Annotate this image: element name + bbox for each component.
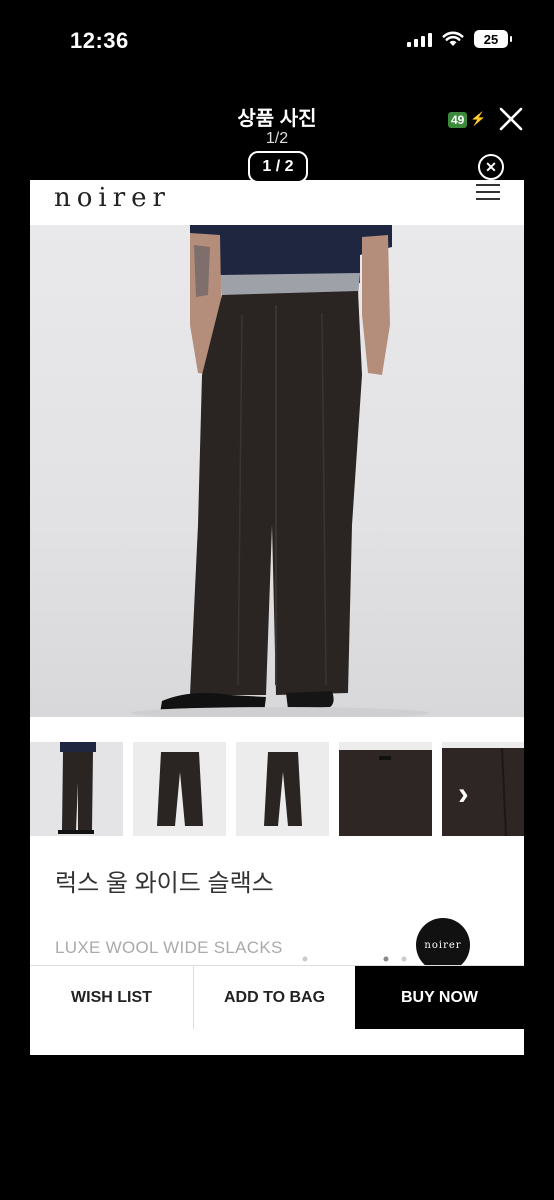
carousel-dots	[302, 956, 407, 962]
wish-list-button[interactable]: WISH LIST	[30, 966, 194, 1029]
product-name-korean: 럭스 울 와이드 슬랙스	[55, 870, 274, 897]
charge-badge: 49	[448, 112, 468, 128]
brand-logo[interactable]: noirer	[54, 183, 171, 213]
wifi-icon	[442, 31, 464, 46]
product-screenshot: noirer › 럭스 울 와이드 슬랙스 LUXE WOOL WIDE SLA…	[30, 180, 524, 1055]
thumbnail-4[interactable]	[339, 742, 432, 836]
thumbnail-1[interactable]	[30, 742, 123, 836]
thumbnail-2[interactable]	[133, 742, 226, 836]
thumbnail-5[interactable]	[442, 742, 524, 836]
chevron-right-icon[interactable]: ›	[458, 775, 469, 812]
thumbnail-strip: ›	[30, 742, 524, 836]
product-hero-image	[30, 225, 524, 717]
signal-icon	[407, 31, 432, 47]
close-icon[interactable]	[498, 106, 524, 132]
viewer-counter: 1/2	[265, 130, 289, 147]
buy-now-button[interactable]: BUY NOW	[355, 966, 524, 1029]
status-time: 12:36	[70, 28, 129, 53]
product-name-english: LUXE WOOL WIDE SLACKS	[55, 938, 283, 957]
action-bar: WISH LIST ADD TO BAG BUY NOW	[30, 965, 524, 1029]
brand-badge[interactable]: noirer	[416, 918, 470, 972]
add-to-bag-button[interactable]: ADD TO BAG	[194, 966, 355, 1029]
model-photo	[130, 225, 430, 717]
menu-icon[interactable]	[476, 184, 500, 205]
battery-icon: 25	[474, 30, 512, 48]
charge-bolt-icon: ⚡	[470, 111, 487, 126]
status-indicators: 25	[407, 30, 512, 48]
site-header: noirer	[30, 180, 524, 225]
circle-close-icon[interactable]: ✕	[478, 154, 504, 180]
thumbnail-3[interactable]	[236, 742, 329, 836]
page-indicator: 1 / 2	[248, 151, 308, 183]
